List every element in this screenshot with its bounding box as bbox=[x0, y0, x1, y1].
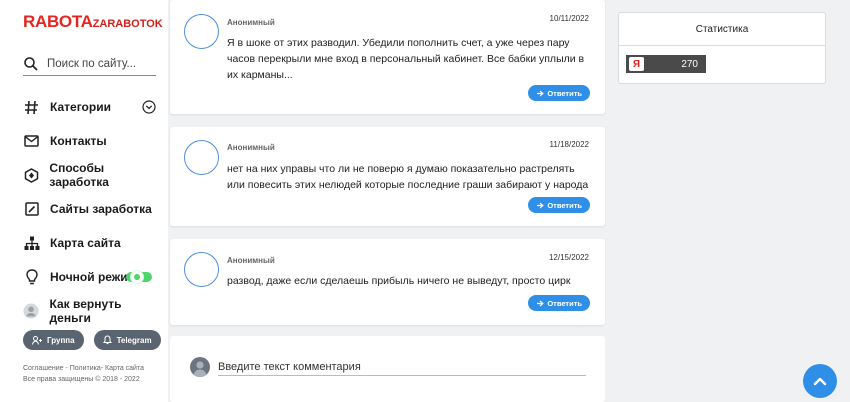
sidebar-item-label: Карта сайта bbox=[50, 236, 121, 250]
footer-links[interactable]: Соглашение - Политика- Карта сайта bbox=[23, 363, 144, 374]
bulb-icon bbox=[23, 269, 40, 286]
sidebar: RABOTAZARABOTOK Категории Контакты Спосо… bbox=[0, 0, 168, 402]
comment-date: 11/18/2022 bbox=[549, 140, 589, 149]
reply-button[interactable]: Ответить bbox=[528, 85, 590, 101]
sidebar-item-categories[interactable]: Категории bbox=[23, 90, 163, 124]
comment-card: Анонимный 10/11/2022 Я в шоке от этих ра… bbox=[170, 0, 605, 114]
avatar bbox=[184, 252, 219, 287]
night-mode-toggle[interactable] bbox=[126, 270, 152, 284]
sidebar-item-refund[interactable]: Как вернуть деньги bbox=[23, 294, 163, 328]
comment-author: Анонимный bbox=[227, 18, 275, 27]
reply-icon bbox=[537, 300, 545, 306]
avatar bbox=[184, 14, 219, 49]
sidebar-item-sitemap[interactable]: Карта сайта bbox=[23, 226, 163, 260]
user-avatar bbox=[190, 357, 210, 377]
reply-button[interactable]: Ответить bbox=[528, 197, 590, 213]
sidebar-item-label: Способы заработка bbox=[49, 161, 109, 189]
sidebar-footer: Соглашение - Политика- Карта сайта Все п… bbox=[23, 363, 144, 385]
search-icon[interactable] bbox=[23, 56, 39, 72]
scroll-top-button[interactable] bbox=[803, 364, 837, 398]
copyright-text: Все права защищены © 2018 - 2022 bbox=[23, 376, 140, 383]
sidebar-item-label: Сайты заработка bbox=[50, 202, 152, 216]
sidebar-item-label: Контакты bbox=[50, 134, 107, 148]
user-icon bbox=[23, 303, 40, 320]
chevron-up-icon bbox=[813, 377, 827, 386]
comment-author: Анонимный bbox=[227, 256, 275, 265]
stats-title: Статистика bbox=[619, 13, 825, 46]
search-bar bbox=[23, 52, 156, 76]
reply-label: Ответить bbox=[547, 88, 582, 98]
visitor-count: 270 bbox=[681, 58, 698, 70]
sidebar-item-earning-methods[interactable]: Способы заработка bbox=[23, 158, 163, 192]
reply-icon bbox=[537, 90, 545, 96]
stats-widget: Статистика Я 270 bbox=[618, 12, 826, 84]
bell-icon bbox=[102, 335, 112, 345]
reply-button[interactable]: Ответить bbox=[528, 295, 590, 311]
sidebar-nav: Категории Контакты Способы заработка Сай… bbox=[23, 90, 163, 328]
chevron-down-icon[interactable] bbox=[142, 100, 156, 114]
reply-icon bbox=[537, 202, 545, 208]
logo-part-1: RABOTA bbox=[23, 12, 93, 31]
yandex-counter[interactable]: Я 270 bbox=[626, 55, 706, 73]
comment-card: Анонимный 11/18/2022 нет на них управы ч… bbox=[170, 127, 605, 226]
reply-label: Ответить bbox=[547, 200, 582, 210]
mail-icon bbox=[23, 133, 40, 150]
hash-icon bbox=[23, 99, 40, 116]
sidebar-item-label: Ночной режим bbox=[50, 270, 137, 284]
group-button[interactable]: Группа bbox=[23, 330, 84, 350]
sidebar-item-contacts[interactable]: Контакты bbox=[23, 124, 163, 158]
yandex-logo: Я bbox=[629, 57, 644, 71]
comment-text: развод, даже если сделаешь прибыль ничег… bbox=[227, 275, 571, 287]
comment-card: Анонимный 12/15/2022 развод, даже если с… bbox=[170, 239, 605, 325]
telegram-button[interactable]: Telegram bbox=[93, 330, 161, 350]
telegram-label: Telegram bbox=[116, 335, 152, 345]
toggle-knob bbox=[130, 270, 144, 284]
comment-input[interactable] bbox=[218, 359, 586, 376]
reply-label: Ответить bbox=[547, 298, 582, 308]
comment-text: нет на них управы что ли не поверю я дум… bbox=[227, 163, 589, 191]
social-links: Группа Telegram bbox=[23, 330, 161, 350]
sitemap-icon bbox=[23, 235, 40, 252]
hexagon-icon bbox=[23, 167, 39, 184]
group-label: Группа bbox=[47, 335, 75, 345]
logo-part-2: ZARABOTOK bbox=[92, 18, 163, 30]
sidebar-item-night-mode[interactable]: Ночной режим bbox=[23, 260, 163, 294]
search-input[interactable] bbox=[47, 57, 147, 70]
comment-form bbox=[170, 336, 605, 402]
site-logo[interactable]: RABOTAZARABOTOK bbox=[23, 13, 163, 33]
sidebar-item-label: Как вернуть деньги bbox=[49, 297, 122, 325]
group-icon bbox=[32, 335, 42, 345]
comment-author: Анонимный bbox=[227, 143, 275, 152]
sidebar-item-earning-sites[interactable]: Сайты заработка bbox=[23, 192, 163, 226]
sidebar-item-label: Категории bbox=[50, 100, 111, 114]
comment-date: 12/15/2022 bbox=[548, 253, 589, 262]
comment-text: Я в шоке от этих разводил. Убедили попол… bbox=[227, 37, 585, 81]
comment-date: 10/11/2022 bbox=[549, 14, 589, 23]
edit-icon bbox=[23, 201, 40, 218]
avatar bbox=[184, 140, 219, 175]
